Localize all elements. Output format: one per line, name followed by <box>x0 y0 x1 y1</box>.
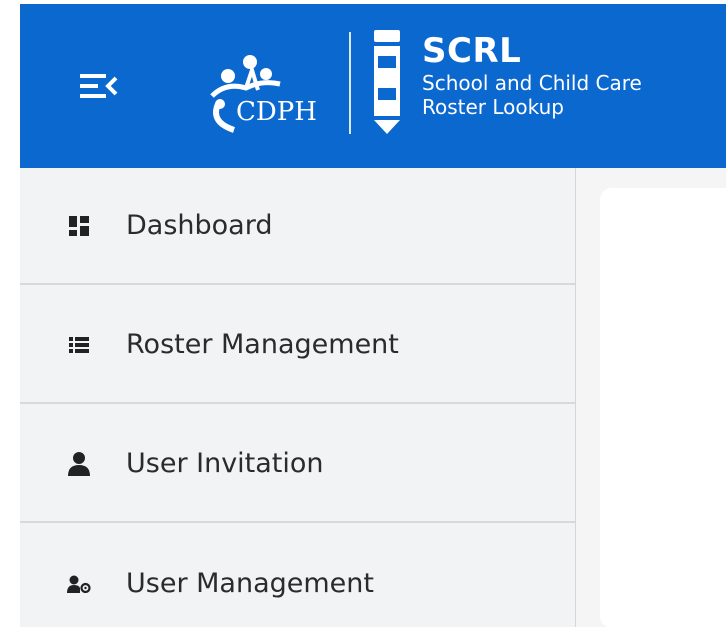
sidebar-item-roster-management[interactable]: Roster Management <box>20 287 575 404</box>
menu-collapse-button[interactable] <box>76 66 126 106</box>
user-gear-icon <box>66 571 92 597</box>
header-divider <box>349 32 351 134</box>
app-title: SCRL <box>422 31 522 71</box>
dashboard-icon <box>66 213 92 239</box>
cdph-logo: CDPH <box>206 34 356 134</box>
pencil-logo-icon <box>372 30 402 134</box>
sidebar-item-user-management[interactable]: User Management <box>20 525 575 627</box>
content-card <box>600 188 726 627</box>
sidebar-item-label: User Invitation <box>126 448 324 479</box>
app-header: CDPH SCRL School and Child Care Roster L… <box>20 4 726 168</box>
person-icon <box>66 451 92 477</box>
sidebar-item-label: Roster Management <box>126 329 399 360</box>
sidebar-item-label: Dashboard <box>126 210 273 241</box>
main-content <box>576 168 726 627</box>
app-window: CDPH SCRL School and Child Care Roster L… <box>20 4 726 627</box>
sidebar-nav: Dashboard Roster Management User Invitat… <box>20 168 576 627</box>
app-title-block: SCRL School and Child Care Roster Lookup <box>422 32 642 118</box>
app-subtitle-line1: School and Child Care <box>422 71 642 95</box>
cdph-logo-text: CDPH <box>236 97 317 127</box>
sidebar-item-label: User Management <box>126 568 374 599</box>
sidebar-item-dashboard[interactable]: Dashboard <box>20 168 575 285</box>
sidebar-item-user-invitation[interactable]: User Invitation <box>20 406 575 523</box>
app-subtitle-line2: Roster Lookup <box>422 95 564 119</box>
list-icon <box>66 332 92 358</box>
menu-collapse-icon <box>80 74 118 98</box>
